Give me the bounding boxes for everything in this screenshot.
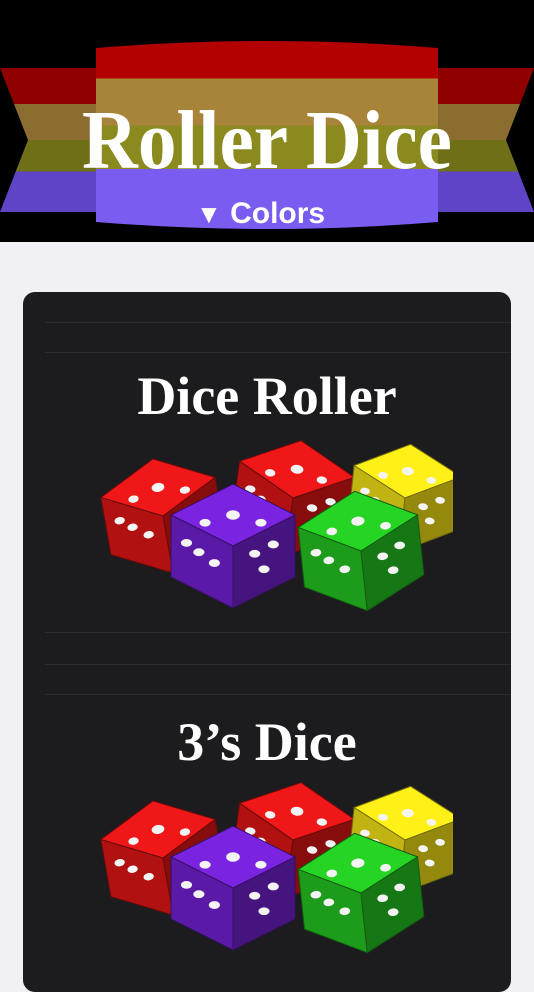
chevron-down-icon: ▼ xyxy=(196,199,222,229)
list-separator xyxy=(45,632,511,633)
dice-list: Dice Roller 3’s Dice xyxy=(23,292,511,992)
app-title: Roller Dice xyxy=(82,94,452,187)
list-separator xyxy=(45,664,511,665)
colors-label: Colors xyxy=(230,197,326,230)
dice-group-icon xyxy=(99,440,453,612)
list-item-3s-dice[interactable]: 3’s Dice xyxy=(23,694,511,992)
list-item-title: Dice Roller xyxy=(137,366,397,426)
main-content: Dice Roller 3’s Dice xyxy=(0,242,534,992)
list-item-title: 3’s Dice xyxy=(177,712,357,772)
list-item-dice-roller[interactable]: Dice Roller xyxy=(23,352,511,632)
colors-dropdown-button[interactable]: ▼ Colors xyxy=(196,194,346,234)
list-separator xyxy=(45,322,511,323)
dice-group-icon xyxy=(99,782,453,954)
app-header: Roller Dice ▼ Colors xyxy=(0,0,534,242)
